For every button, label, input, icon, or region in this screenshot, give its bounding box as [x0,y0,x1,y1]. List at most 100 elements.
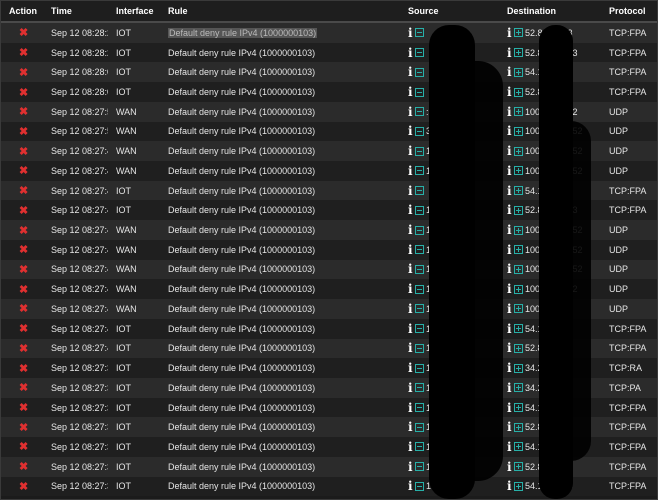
info-icon[interactable]: i [507,184,514,198]
plus-box-icon[interactable] [514,87,523,97]
plus-box-icon[interactable] [514,304,523,314]
info-icon[interactable]: i [507,361,514,375]
info-icon[interactable]: i [408,341,415,355]
minus-box-icon[interactable] [415,264,424,274]
plus-box-icon[interactable] [514,442,523,452]
col-header-action[interactable]: Action [1,1,43,23]
action-cell[interactable]: ✖ [1,161,43,181]
block-x-icon[interactable]: ✖ [9,481,28,493]
rule-cell[interactable]: Default deny rule IPv4 (1000000103) [160,180,400,201]
block-x-icon[interactable]: ✖ [9,67,28,79]
minus-box-icon[interactable] [415,28,424,38]
block-x-icon[interactable]: ✖ [9,264,28,276]
action-cell[interactable]: ✖ [1,358,43,378]
block-x-icon[interactable]: ✖ [9,165,28,177]
rule-cell[interactable]: Default deny rule IPv4 (1000000103) [160,22,400,43]
minus-box-icon[interactable] [415,383,424,393]
rule-cell[interactable]: Default deny rule IPv4 (1000000103) [160,220,400,240]
rule-text[interactable]: Default deny rule IPv4 (1000000103) [168,481,315,491]
block-x-icon[interactable]: ✖ [9,205,28,217]
block-x-icon[interactable]: ✖ [9,47,28,59]
minus-box-icon[interactable] [415,343,424,353]
block-x-icon[interactable]: ✖ [9,303,28,315]
rule-text[interactable]: Default deny rule IPv4 (1000000103) [168,304,315,314]
rule-text[interactable]: Default deny rule IPv4 (1000000103) [168,205,315,215]
info-icon[interactable]: i [408,460,415,474]
plus-box-icon[interactable] [514,324,523,334]
action-cell[interactable]: ✖ [1,62,43,83]
rule-cell[interactable]: Default deny rule IPv4 (1000000103) [160,358,400,378]
rule-cell[interactable]: Default deny rule IPv4 (1000000103) [160,338,400,359]
minus-box-icon[interactable] [415,166,424,176]
block-x-icon[interactable]: ✖ [9,422,28,434]
info-icon[interactable]: i [408,401,415,415]
block-x-icon[interactable]: ✖ [9,382,28,394]
info-icon[interactable]: i [408,440,415,454]
block-x-icon[interactable]: ✖ [9,343,28,355]
action-cell[interactable]: ✖ [1,397,43,418]
plus-box-icon[interactable] [514,146,523,156]
info-icon[interactable]: i [408,203,415,217]
minus-box-icon[interactable] [415,363,424,373]
rule-cell[interactable]: Default deny rule IPv4 (1000000103) [160,279,400,300]
info-icon[interactable]: i [408,85,415,99]
action-cell[interactable]: ✖ [1,200,43,221]
col-header-interface[interactable]: Interface [108,1,160,23]
rule-text[interactable]: Default deny rule IPv4 (1000000103) [168,48,315,58]
plus-box-icon[interactable] [514,166,523,176]
plus-box-icon[interactable] [514,481,523,491]
rule-text[interactable]: Default deny rule IPv4 (1000000103) [168,67,315,77]
info-icon[interactable]: i [507,124,514,138]
action-cell[interactable]: ✖ [1,456,43,477]
info-icon[interactable]: i [507,282,514,296]
rule-text[interactable]: Default deny rule IPv4 (1000000103) [168,343,315,353]
col-header-time[interactable]: Time [43,1,108,23]
info-icon[interactable]: i [408,262,415,276]
info-icon[interactable]: i [408,184,415,198]
minus-box-icon[interactable] [415,462,424,472]
rule-cell[interactable]: Default deny rule IPv4 (1000000103) [160,377,400,398]
info-icon[interactable]: i [408,302,415,316]
action-cell[interactable]: ✖ [1,220,43,240]
minus-box-icon[interactable] [415,186,424,196]
rule-text[interactable]: Default deny rule IPv4 (1000000103) [168,27,318,38]
info-icon[interactable]: i [507,243,514,257]
block-x-icon[interactable]: ✖ [9,402,28,414]
info-icon[interactable]: i [408,361,415,375]
plus-box-icon[interactable] [514,67,523,77]
plus-box-icon[interactable] [514,264,523,274]
minus-box-icon[interactable] [415,48,424,58]
rule-cell[interactable]: Default deny rule IPv4 (1000000103) [160,161,400,181]
info-icon[interactable]: i [408,243,415,257]
info-icon[interactable]: i [507,479,514,493]
info-icon[interactable]: i [507,144,514,158]
action-cell[interactable]: ✖ [1,279,43,300]
rule-cell[interactable]: Default deny rule IPv4 (1000000103) [160,397,400,418]
info-icon[interactable]: i [408,144,415,158]
info-icon[interactable]: i [408,124,415,138]
rule-text[interactable]: Default deny rule IPv4 (1000000103) [168,146,315,156]
block-x-icon[interactable]: ✖ [9,146,28,158]
rule-cell[interactable]: Default deny rule IPv4 (1000000103) [160,141,400,162]
plus-box-icon[interactable] [514,205,523,215]
minus-box-icon[interactable] [415,324,424,334]
rule-text[interactable]: Default deny rule IPv4 (1000000103) [168,166,315,176]
info-icon[interactable]: i [507,85,514,99]
action-cell[interactable]: ✖ [1,338,43,359]
action-cell[interactable]: ✖ [1,121,43,142]
col-header-protocol[interactable]: Protocol [601,1,657,23]
plus-box-icon[interactable] [514,225,523,235]
plus-box-icon[interactable] [514,48,523,58]
block-x-icon[interactable]: ✖ [9,461,28,473]
block-x-icon[interactable]: ✖ [9,185,28,197]
minus-box-icon[interactable] [415,126,424,136]
info-icon[interactable]: i [408,479,415,493]
info-icon[interactable]: i [408,46,415,60]
block-x-icon[interactable]: ✖ [9,284,28,296]
minus-box-icon[interactable] [415,146,424,156]
minus-box-icon[interactable] [415,205,424,215]
plus-box-icon[interactable] [514,462,523,472]
info-icon[interactable]: i [408,381,415,395]
rule-text[interactable]: Default deny rule IPv4 (1000000103) [168,245,315,255]
info-icon[interactable]: i [507,460,514,474]
